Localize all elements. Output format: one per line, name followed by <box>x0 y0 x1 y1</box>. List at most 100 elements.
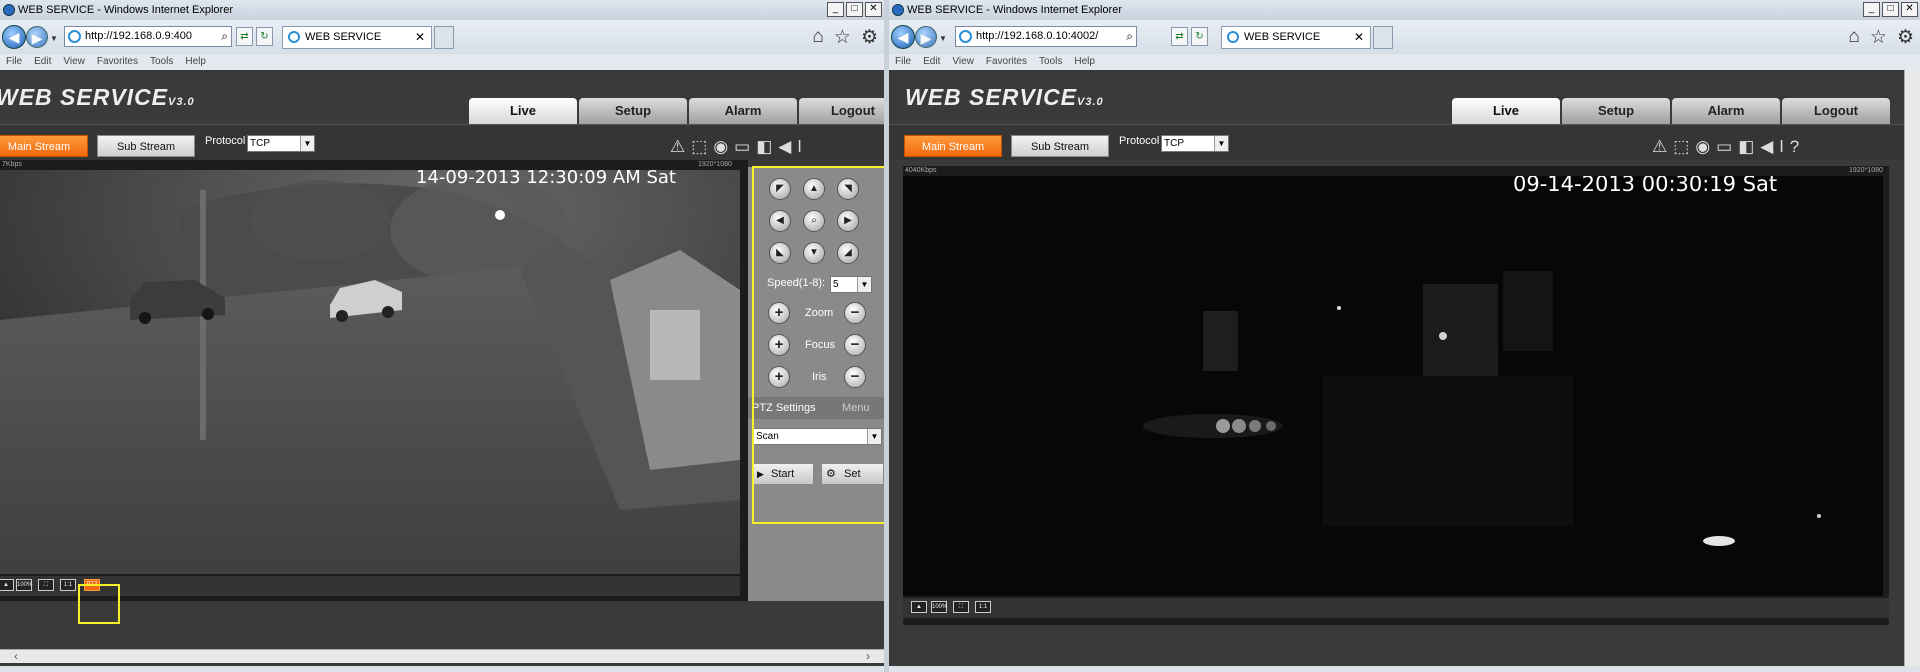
night-street-scene <box>0 170 740 574</box>
region-zoom-icon[interactable]: ⬚ <box>691 137 707 157</box>
menu-view[interactable]: View <box>952 54 974 70</box>
region-zoom-icon[interactable]: ⬚ <box>1673 137 1689 157</box>
close-button[interactable]: ✕ <box>865 2 882 17</box>
record-video-icon[interactable]: ◧ <box>1738 137 1754 157</box>
tab-live[interactable]: Live <box>469 98 577 124</box>
search-icon[interactable]: ⌕ <box>221 27 228 46</box>
favorites-star-icon[interactable]: ☆ <box>834 26 851 49</box>
tab-alarm[interactable]: Alarm <box>689 98 797 124</box>
maximize-button[interactable]: □ <box>1882 2 1899 17</box>
alarm-light-icon[interactable]: ⚠ <box>670 137 685 157</box>
scroll-left-icon[interactable]: ‹ <box>14 649 18 663</box>
speaker-icon[interactable]: ◀ <box>1760 137 1773 157</box>
sub-stream-button[interactable]: Sub Stream <box>1011 135 1109 157</box>
aspect-ratio-button[interactable]: 1:1 <box>60 579 76 591</box>
refresh-button[interactable]: ↻ <box>1191 27 1208 46</box>
original-size-button[interactable]: 100% <box>931 601 947 613</box>
protocol-select[interactable]: TCP ▼ <box>1161 135 1229 152</box>
search-icon[interactable]: ⌕ <box>1126 27 1133 46</box>
left-browser-tab[interactable]: WEB SERVICE ✕ <box>282 26 432 49</box>
fullscreen-icon[interactable]: ▲ <box>0 579 14 591</box>
left-title-bar: WEB SERVICE - Windows Internet Explorer … <box>0 0 884 20</box>
right-camera-feed[interactable]: 09-14-2013 00:30:19 Sat <box>903 176 1883 596</box>
tab-alarm[interactable]: Alarm <box>1672 98 1780 124</box>
menu-help[interactable]: Help <box>185 54 206 70</box>
gear-icon[interactable]: ⚙ <box>861 26 878 49</box>
gear-icon[interactable]: ⚙ <box>1897 26 1914 49</box>
menu-edit[interactable]: Edit <box>34 54 51 70</box>
menu-file[interactable]: File <box>6 54 22 70</box>
right-web-service-app: WEB SERVICEV3.0 Live Setup Alarm Logout … <box>889 70 1920 672</box>
ie-page-icon <box>68 30 81 43</box>
menu-help[interactable]: Help <box>1074 54 1095 70</box>
history-dropdown-icon[interactable]: ▼ <box>50 34 58 43</box>
left-address-input[interactable]: http://192.168.0.9:400 ⌕ <box>64 26 232 47</box>
left-menu-bar: File Edit View Favorites Tools Help <box>0 54 884 70</box>
compatibility-view-button[interactable]: ⇄ <box>236 27 253 46</box>
fit-window-icon[interactable]: ⛶ <box>953 601 969 613</box>
main-stream-button[interactable]: Main Stream <box>904 135 1002 157</box>
menu-edit[interactable]: Edit <box>923 54 940 70</box>
right-address-input[interactable]: http://192.168.0.10:4002/ ⌕ <box>955 26 1137 47</box>
right-vertical-scrollbar[interactable] <box>1904 70 1920 666</box>
right-browser-window: WEB SERVICE - Windows Internet Explorer … <box>889 0 1920 672</box>
close-tab-icon[interactable]: ✕ <box>1354 27 1364 48</box>
microphone-icon[interactable]: ǀ <box>797 137 801 157</box>
new-tab-button[interactable] <box>1373 26 1393 49</box>
tab-logout[interactable]: Logout <box>799 98 884 124</box>
osd-timestamp: 09-14-2013 00:30:19 Sat <box>1513 176 1778 196</box>
menu-tools[interactable]: Tools <box>150 54 173 70</box>
close-tab-icon[interactable]: ✕ <box>415 27 425 48</box>
snapshot-camera-icon[interactable]: ◉ <box>1695 137 1710 157</box>
snapshot-camera-icon[interactable]: ◉ <box>713 137 728 157</box>
menu-tools[interactable]: Tools <box>1039 54 1062 70</box>
menu-favorites[interactable]: Favorites <box>97 54 138 70</box>
maximize-button[interactable]: □ <box>846 2 863 17</box>
resolution-readout: 1920*1080 <box>698 161 732 168</box>
image-icon[interactable]: ▭ <box>734 137 750 157</box>
alarm-light-icon[interactable]: ⚠ <box>1652 137 1667 157</box>
back-button[interactable]: ◀ <box>891 25 915 49</box>
menu-file[interactable]: File <box>895 54 911 70</box>
web-service-logo: WEB SERVICEV3.0 <box>905 84 1104 110</box>
sub-stream-button[interactable]: Sub Stream <box>97 135 195 157</box>
forward-button[interactable]: ▶ <box>915 26 937 48</box>
fit-window-icon[interactable]: ⛶ <box>38 579 54 591</box>
tab-setup[interactable]: Setup <box>579 98 687 124</box>
left-camera-feed[interactable]: 14-09-2013 12:30:09 AM Sat <box>0 170 740 574</box>
main-stream-button[interactable]: Main Stream <box>0 135 88 157</box>
help-icon[interactable]: ? <box>1790 137 1799 157</box>
protocol-select[interactable]: TCP ▼ <box>247 135 315 152</box>
aspect-ratio-button[interactable]: 1:1 <box>975 601 991 613</box>
right-browser-tab[interactable]: WEB SERVICE ✕ <box>1221 26 1371 49</box>
original-size-button[interactable]: 100% <box>16 579 32 591</box>
menu-view[interactable]: View <box>63 54 85 70</box>
tab-live[interactable]: Live <box>1452 98 1560 124</box>
protocol-label: Protocol <box>1119 135 1160 147</box>
close-button[interactable]: ✕ <box>1901 2 1918 17</box>
back-button[interactable]: ◀ <box>2 25 26 49</box>
minimize-button[interactable]: _ <box>827 2 844 17</box>
microphone-icon[interactable]: ǀ <box>1779 137 1783 157</box>
home-icon[interactable]: ⌂ <box>1848 26 1859 49</box>
home-icon[interactable]: ⌂ <box>812 26 823 49</box>
menu-favorites[interactable]: Favorites <box>986 54 1027 70</box>
favorites-star-icon[interactable]: ☆ <box>1870 26 1887 49</box>
fullscreen-icon[interactable]: ▲ <box>911 601 927 613</box>
history-dropdown-icon[interactable]: ▼ <box>939 34 947 43</box>
compatibility-view-button[interactable]: ⇄ <box>1171 27 1188 46</box>
tab-setup[interactable]: Setup <box>1562 98 1670 124</box>
chevron-down-icon: ▼ <box>300 136 314 151</box>
scroll-right-icon[interactable]: › <box>866 649 870 663</box>
forward-button[interactable]: ▶ <box>26 26 48 48</box>
web-service-logo: WEB SERVICEV3.0 <box>0 84 195 110</box>
speaker-icon[interactable]: ◀ <box>778 137 791 157</box>
image-icon[interactable]: ▭ <box>1716 137 1732 157</box>
left-horizontal-scrollbar[interactable]: ‹ › <box>0 649 884 663</box>
refresh-button[interactable]: ↻ <box>256 27 273 46</box>
tab-logout[interactable]: Logout <box>1782 98 1890 124</box>
left-stream-controls: Main Stream Sub Stream Protocol TCP ▼ ⚠ … <box>0 124 884 160</box>
new-tab-button[interactable] <box>434 26 454 49</box>
record-video-icon[interactable]: ◧ <box>756 137 772 157</box>
minimize-button[interactable]: _ <box>1863 2 1880 17</box>
